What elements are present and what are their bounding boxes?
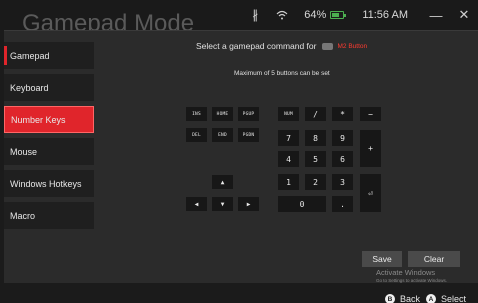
save-button[interactable]: Save	[362, 251, 402, 267]
key-8[interactable]: 8	[305, 130, 326, 146]
sidebar-item-windows-hotkeys[interactable]: Windows Hotkeys	[4, 170, 94, 197]
key-arrow-down[interactable]: ▼	[212, 197, 233, 211]
watermark-title: Activate Windows	[376, 268, 436, 277]
sidebar-item-gamepad[interactable]: Gamepad	[4, 42, 94, 69]
max-buttons-note: Maximum of 5 buttons can be set	[234, 70, 330, 77]
page-heading: Select a gamepad command for M2 Button	[196, 41, 367, 51]
clear-button[interactable]: Clear	[408, 251, 460, 267]
sidebar-item-number-keys[interactable]: Number Keys	[4, 106, 94, 133]
key-9[interactable]: 9	[332, 130, 353, 146]
key-2[interactable]: 2	[305, 174, 326, 190]
activate-windows-watermark: Activate Windows Go to Settings to activ…	[376, 268, 447, 283]
sidebar-item-label: Macro	[10, 210, 36, 221]
key-pgdn[interactable]: PGDN	[238, 128, 259, 142]
battery-percent: 64%	[304, 9, 327, 21]
key-end[interactable]: END	[212, 128, 233, 142]
battery-icon	[330, 11, 347, 19]
key-pgup[interactable]: PGUP	[238, 107, 259, 121]
key-ins[interactable]: INS	[186, 107, 207, 121]
sidebar-selection-marker	[4, 46, 7, 65]
key-plus[interactable]: +	[360, 130, 381, 167]
a-button-icon: A	[426, 294, 436, 303]
wifi-icon	[276, 10, 288, 20]
key-decimal[interactable]: .	[332, 196, 353, 212]
key-6[interactable]: 6	[332, 151, 353, 167]
key-3[interactable]: 3	[332, 174, 353, 190]
heading-text: Select a gamepad command for	[196, 41, 317, 51]
sidebar-item-mouse[interactable]: Mouse	[4, 138, 94, 165]
select-hint[interactable]: A Select	[426, 294, 466, 303]
status-area: ∦ 64% 11:56 AM — ✕	[252, 0, 478, 30]
back-label: Back	[400, 294, 421, 303]
sidebar-item-keyboard[interactable]: Keyboard	[4, 74, 94, 101]
clock: 11:56 AM	[362, 9, 408, 21]
close-button[interactable]: ✕	[450, 7, 478, 23]
key-0[interactable]: 0	[278, 196, 326, 212]
minimize-button[interactable]: —	[422, 8, 450, 23]
battery-status: 64%	[304, 9, 347, 21]
sidebar-item-label: Keyboard	[10, 82, 49, 93]
select-label: Select	[441, 294, 467, 303]
key-divide[interactable]: /	[305, 107, 326, 121]
back-hint[interactable]: B Back	[385, 294, 420, 303]
key-1[interactable]: 1	[278, 174, 299, 190]
sidebar: Gamepad Keyboard Number Keys Mouse Windo…	[4, 42, 94, 234]
sidebar-item-label: Mouse	[10, 146, 38, 157]
key-home[interactable]: HOME	[212, 107, 233, 121]
key-minus[interactable]: −	[360, 107, 381, 121]
b-button-icon: B	[385, 294, 395, 303]
key-7[interactable]: 7	[278, 130, 299, 146]
key-multiply[interactable]: *	[332, 107, 353, 121]
sidebar-item-label: Number Keys	[11, 114, 66, 125]
target-button-label: M2 Button	[337, 42, 368, 50]
key-num[interactable]: NUM	[278, 107, 299, 121]
gamepad-icon	[322, 42, 334, 50]
sidebar-item-label: Gamepad	[10, 50, 50, 61]
key-del[interactable]: DEL	[186, 128, 207, 142]
key-arrow-up[interactable]: ▲	[212, 175, 233, 189]
title-bar: Gamepad Mode ∦ 64% 11:56 AM — ✕	[0, 0, 478, 37]
key-arrow-left[interactable]: ◀	[186, 197, 207, 211]
key-enter[interactable]: ⏎	[360, 174, 381, 212]
key-5[interactable]: 5	[305, 151, 326, 167]
key-arrow-right[interactable]: ▶	[238, 197, 259, 211]
sidebar-item-macro[interactable]: Macro	[4, 202, 94, 229]
bluetooth-icon: ∦	[252, 8, 259, 22]
sidebar-item-label: Windows Hotkeys	[10, 178, 82, 189]
key-4[interactable]: 4	[278, 151, 299, 167]
